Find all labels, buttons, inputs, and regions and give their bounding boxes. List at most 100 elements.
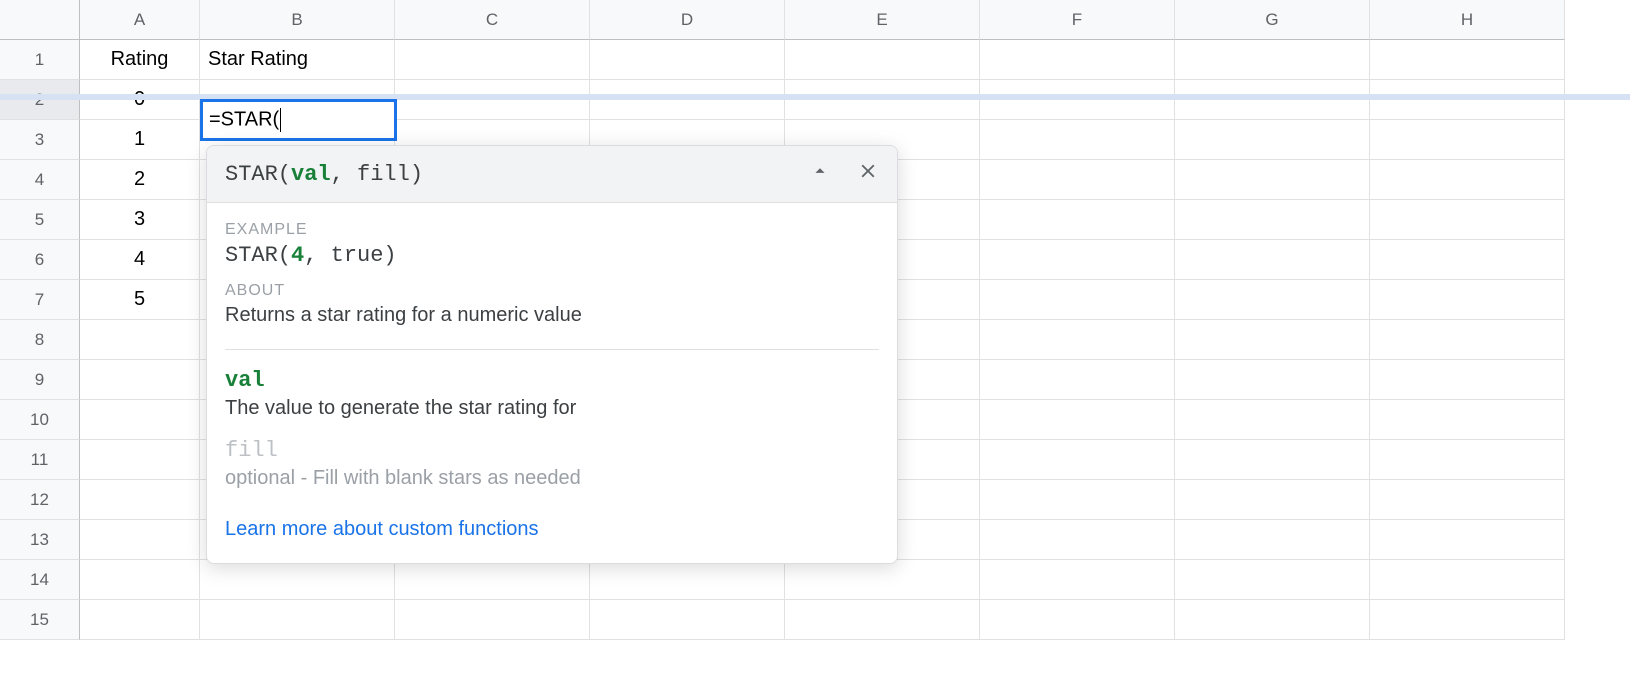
cell-F6[interactable] xyxy=(980,240,1175,280)
cell-A3[interactable]: 1 xyxy=(80,120,200,160)
cell-C14[interactable] xyxy=(395,560,590,600)
cell-E15[interactable] xyxy=(785,600,980,640)
cell-E14[interactable] xyxy=(785,560,980,600)
cell-G11[interactable] xyxy=(1175,440,1370,480)
cell-C1[interactable] xyxy=(395,40,590,80)
cell-F15[interactable] xyxy=(980,600,1175,640)
row-header-9[interactable]: 9 xyxy=(0,360,80,400)
row-header-3[interactable]: 3 xyxy=(0,120,80,160)
col-header-G[interactable]: G xyxy=(1175,0,1370,40)
cell-H3[interactable] xyxy=(1370,120,1565,160)
cell-A8[interactable] xyxy=(80,320,200,360)
cell-A2[interactable]: 0 xyxy=(80,80,200,120)
cell-G13[interactable] xyxy=(1175,520,1370,560)
cell-H5[interactable] xyxy=(1370,200,1565,240)
cell-F1[interactable] xyxy=(980,40,1175,80)
cell-G6[interactable] xyxy=(1175,240,1370,280)
cell-G12[interactable] xyxy=(1175,480,1370,520)
cell-H9[interactable] xyxy=(1370,360,1565,400)
col-header-F[interactable]: F xyxy=(980,0,1175,40)
cell-G9[interactable] xyxy=(1175,360,1370,400)
cell-F5[interactable] xyxy=(980,200,1175,240)
cell-F13[interactable] xyxy=(980,520,1175,560)
cell-A7[interactable]: 5 xyxy=(80,280,200,320)
cell-H6[interactable] xyxy=(1370,240,1565,280)
cell-A15[interactable] xyxy=(80,600,200,640)
cell-F11[interactable] xyxy=(980,440,1175,480)
cell-G4[interactable] xyxy=(1175,160,1370,200)
cell-G1[interactable] xyxy=(1175,40,1370,80)
col-header-B[interactable]: B xyxy=(200,0,395,40)
cell-A11[interactable] xyxy=(80,440,200,480)
cell-E2[interactable] xyxy=(785,80,980,120)
cell-H1[interactable] xyxy=(1370,40,1565,80)
row-header-14[interactable]: 14 xyxy=(0,560,80,600)
cell-A10[interactable] xyxy=(80,400,200,440)
cell-B15[interactable] xyxy=(200,600,395,640)
cell-H13[interactable] xyxy=(1370,520,1565,560)
cell-A12[interactable] xyxy=(80,480,200,520)
cell-G15[interactable] xyxy=(1175,600,1370,640)
col-header-C[interactable]: C xyxy=(395,0,590,40)
row-header-7[interactable]: 7 xyxy=(0,280,80,320)
cell-H2[interactable] xyxy=(1370,80,1565,120)
cell-D1[interactable] xyxy=(590,40,785,80)
cell-G8[interactable] xyxy=(1175,320,1370,360)
cell-H11[interactable] xyxy=(1370,440,1565,480)
cell-H12[interactable] xyxy=(1370,480,1565,520)
row-header-15[interactable]: 15 xyxy=(0,600,80,640)
row-header-5[interactable]: 5 xyxy=(0,200,80,240)
cell-H14[interactable] xyxy=(1370,560,1565,600)
cell-H4[interactable] xyxy=(1370,160,1565,200)
col-header-E[interactable]: E xyxy=(785,0,980,40)
cell-H10[interactable] xyxy=(1370,400,1565,440)
row-header-1[interactable]: 1 xyxy=(0,40,80,80)
close-icon[interactable] xyxy=(857,160,879,188)
cell-F4[interactable] xyxy=(980,160,1175,200)
col-header-D[interactable]: D xyxy=(590,0,785,40)
cell-H15[interactable] xyxy=(1370,600,1565,640)
cell-F7[interactable] xyxy=(980,280,1175,320)
cell-A6[interactable]: 4 xyxy=(80,240,200,280)
cell-D2[interactable] xyxy=(590,80,785,120)
cell-G3[interactable] xyxy=(1175,120,1370,160)
row-header-2[interactable]: 2 xyxy=(0,80,80,120)
cell-D14[interactable] xyxy=(590,560,785,600)
cell-F12[interactable] xyxy=(980,480,1175,520)
cell-A14[interactable] xyxy=(80,560,200,600)
cell-H7[interactable] xyxy=(1370,280,1565,320)
cell-A5[interactable]: 3 xyxy=(80,200,200,240)
row-header-8[interactable]: 8 xyxy=(0,320,80,360)
select-all-corner[interactable] xyxy=(0,0,80,40)
active-cell-editor[interactable]: =STAR( xyxy=(200,99,397,141)
collapse-icon[interactable] xyxy=(809,160,831,188)
cell-F9[interactable] xyxy=(980,360,1175,400)
cell-A13[interactable] xyxy=(80,520,200,560)
cell-E1[interactable] xyxy=(785,40,980,80)
cell-F10[interactable] xyxy=(980,400,1175,440)
row-header-4[interactable]: 4 xyxy=(0,160,80,200)
cell-B14[interactable] xyxy=(200,560,395,600)
cell-F2[interactable] xyxy=(980,80,1175,120)
cell-C15[interactable] xyxy=(395,600,590,640)
cell-F14[interactable] xyxy=(980,560,1175,600)
cell-G2[interactable] xyxy=(1175,80,1370,120)
col-header-A[interactable]: A xyxy=(80,0,200,40)
cell-A1[interactable]: Rating xyxy=(80,40,200,80)
learn-more-link[interactable]: Learn more about custom functions xyxy=(225,518,539,541)
cell-F8[interactable] xyxy=(980,320,1175,360)
row-header-12[interactable]: 12 xyxy=(0,480,80,520)
cell-H8[interactable] xyxy=(1370,320,1565,360)
cell-G14[interactable] xyxy=(1175,560,1370,600)
row-header-6[interactable]: 6 xyxy=(0,240,80,280)
col-header-H[interactable]: H xyxy=(1370,0,1565,40)
cell-G7[interactable] xyxy=(1175,280,1370,320)
row-header-11[interactable]: 11 xyxy=(0,440,80,480)
cell-C2[interactable] xyxy=(395,80,590,120)
row-header-13[interactable]: 13 xyxy=(0,520,80,560)
cell-G5[interactable] xyxy=(1175,200,1370,240)
cell-G10[interactable] xyxy=(1175,400,1370,440)
cell-D15[interactable] xyxy=(590,600,785,640)
cell-A4[interactable]: 2 xyxy=(80,160,200,200)
cell-A9[interactable] xyxy=(80,360,200,400)
